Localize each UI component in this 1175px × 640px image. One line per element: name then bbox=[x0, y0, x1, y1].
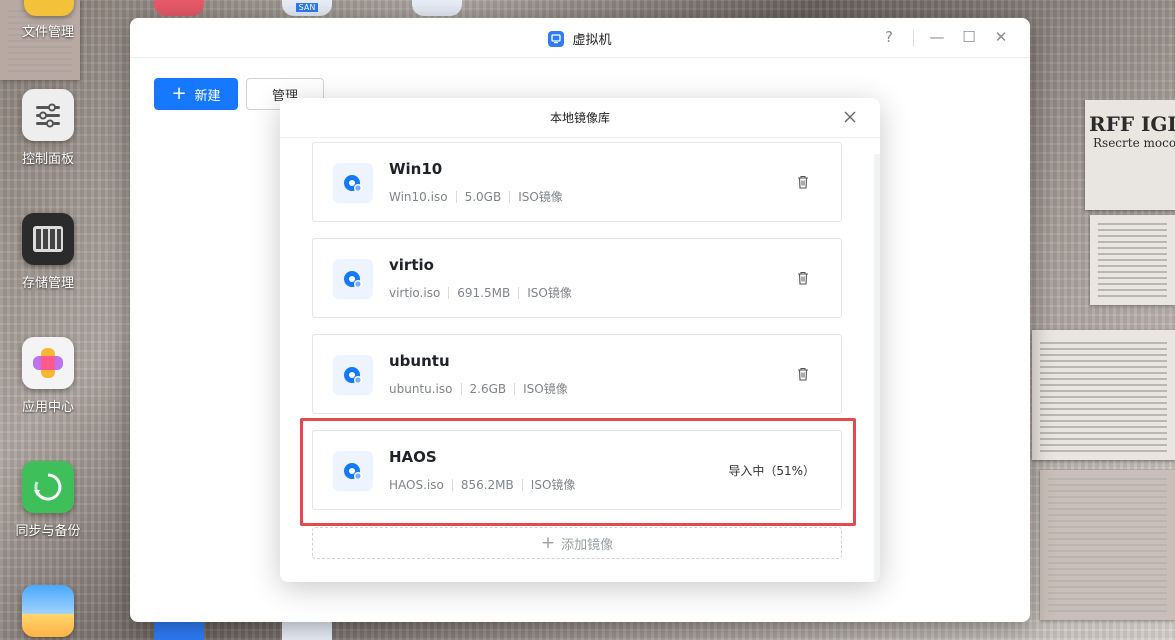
image-name: Win10 bbox=[389, 160, 443, 178]
close-icon[interactable] bbox=[840, 107, 860, 127]
window-titlebar[interactable]: 虚拟机 ? — ☐ ✕ bbox=[130, 18, 1030, 58]
sync-icon bbox=[22, 461, 74, 513]
list-item-ubuntu[interactable]: ubuntu ubuntu.iso 2.6GB ISO镜像 bbox=[312, 334, 842, 414]
image-type: ISO镜像 bbox=[518, 190, 563, 204]
new-vm-button[interactable]: + 新建 bbox=[154, 78, 238, 110]
add-image-button[interactable]: + 添加镜像 bbox=[312, 527, 842, 559]
disc-image-icon bbox=[333, 355, 373, 395]
app-center-icon bbox=[22, 337, 74, 389]
window-title: 虚拟机 bbox=[572, 33, 612, 48]
wallpaper-subline: Rsecrte moco bbox=[1093, 136, 1175, 150]
image-type: ISO镜像 bbox=[523, 382, 568, 396]
desktop-icon-label: 存储管理 bbox=[21, 276, 74, 291]
trash-icon[interactable] bbox=[795, 174, 811, 190]
image-size: 5.0GB bbox=[464, 189, 502, 204]
sliders-icon bbox=[22, 89, 74, 141]
image-meta: Win10.iso 5.0GB ISO镜像 bbox=[389, 188, 563, 205]
desktop-icon-storage[interactable]: 存储管理 bbox=[0, 213, 96, 291]
image-meta: virtio.iso 691.5MB ISO镜像 bbox=[389, 284, 572, 301]
image-meta: ubuntu.iso 2.6GB ISO镜像 bbox=[389, 380, 568, 397]
image-name: ubuntu bbox=[389, 352, 450, 370]
wallpaper-poster bbox=[1040, 470, 1175, 620]
image-name: virtio bbox=[389, 256, 434, 274]
trash-icon[interactable] bbox=[795, 366, 811, 382]
san-app-icon[interactable]: SAN bbox=[282, 0, 332, 16]
desktop-icon-file-manager[interactable]: 文件管理 bbox=[0, 14, 96, 40]
image-size: 691.5MB bbox=[457, 285, 511, 300]
vm-app-icon-small bbox=[548, 30, 565, 47]
desktop-icon-label: 同步与备份 bbox=[15, 524, 81, 539]
image-file: ubuntu.iso bbox=[389, 381, 453, 396]
vm-app-icon[interactable] bbox=[412, 0, 462, 16]
image-size: 2.6GB bbox=[469, 381, 507, 396]
trash-icon[interactable] bbox=[795, 270, 811, 286]
desktop-icon-sync-backup[interactable]: 同步与备份 bbox=[0, 461, 96, 539]
disc-image-icon bbox=[333, 163, 373, 203]
plus-icon: + bbox=[171, 83, 187, 104]
wallpaper-headline: RFF IGL bbox=[1089, 112, 1175, 136]
desktop-icon-photos[interactable] bbox=[0, 585, 96, 637]
desktop-icon-label: 应用中心 bbox=[21, 400, 74, 415]
dialog-title: 本地镜像库 bbox=[549, 111, 610, 125]
desktop-icon-control-panel[interactable]: 控制面板 bbox=[0, 89, 96, 167]
highlight-box bbox=[300, 418, 856, 526]
desktop-icon-app-center[interactable]: 应用中心 bbox=[0, 337, 96, 415]
minimize-button[interactable]: — bbox=[927, 28, 947, 46]
list-item-win10[interactable]: Win10 Win10.iso 5.0GB ISO镜像 bbox=[312, 142, 842, 222]
desktop-icon-label: 控制面板 bbox=[21, 152, 74, 167]
dialog-scrollbar[interactable] bbox=[874, 154, 880, 580]
help-button[interactable]: ? bbox=[879, 28, 899, 46]
image-file: virtio.iso bbox=[389, 285, 441, 300]
storage-icon bbox=[22, 213, 74, 265]
image-file: Win10.iso bbox=[389, 189, 448, 204]
maximize-button[interactable]: ☐ bbox=[959, 28, 979, 46]
wallpaper-poster bbox=[1090, 215, 1175, 305]
new-button-label: 新建 bbox=[194, 88, 221, 104]
san-icon-label: SAN bbox=[295, 3, 319, 12]
wallpaper-poster bbox=[1032, 330, 1175, 460]
desktop-icon-label: 文件管理 bbox=[21, 25, 74, 40]
wallpaper-poster: RFF IGL Rsecrte moco bbox=[1085, 100, 1175, 210]
photos-icon bbox=[22, 585, 74, 637]
list-item-virtio[interactable]: virtio virtio.iso 691.5MB ISO镜像 bbox=[312, 238, 842, 318]
add-image-label: 添加镜像 bbox=[561, 537, 614, 553]
dialog-header: 本地镜像库 bbox=[280, 98, 880, 138]
plus-icon: + bbox=[540, 532, 556, 553]
disc-image-icon bbox=[333, 259, 373, 299]
close-window-button[interactable]: ✕ bbox=[991, 28, 1011, 46]
video-app-icon[interactable] bbox=[154, 0, 204, 16]
image-type: ISO镜像 bbox=[527, 286, 572, 300]
titlebar-divider bbox=[913, 30, 914, 46]
